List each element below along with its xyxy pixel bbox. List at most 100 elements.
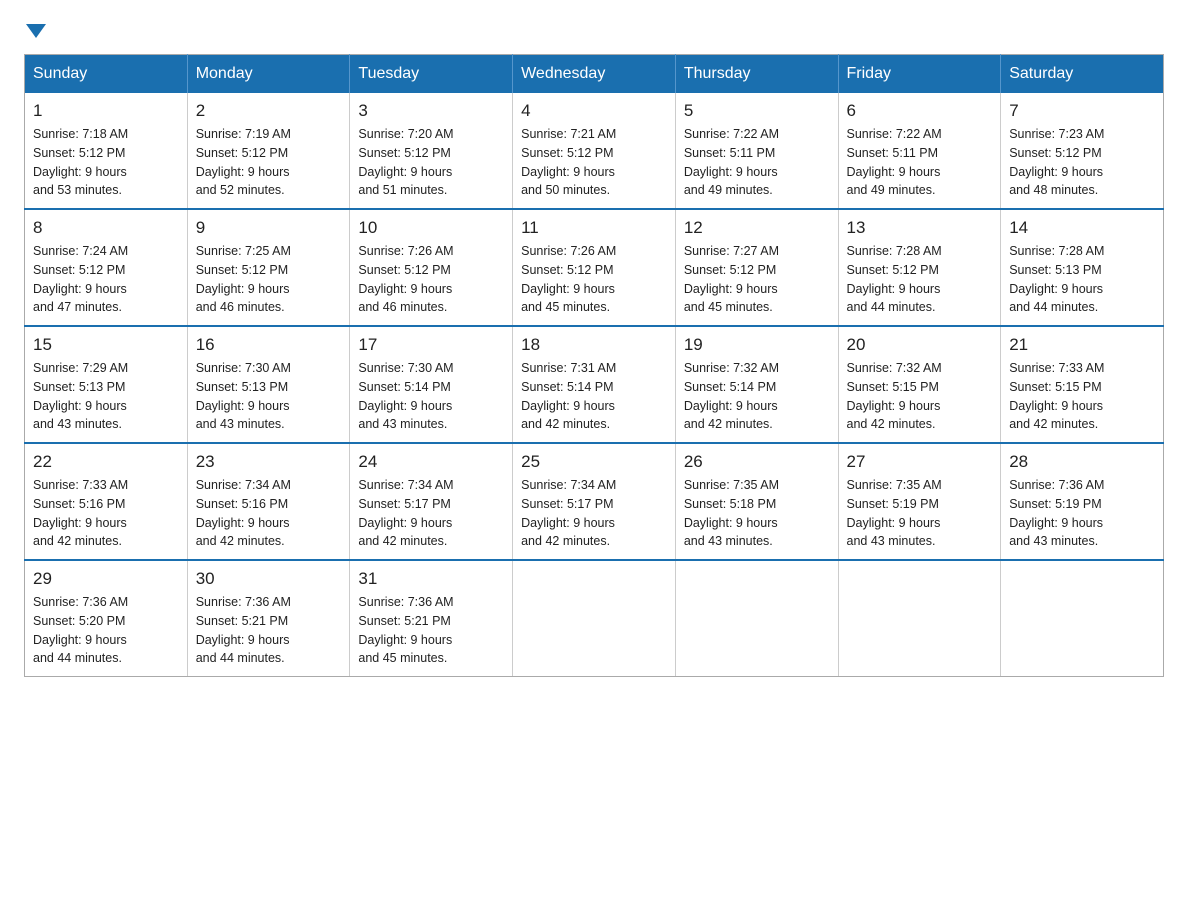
calendar-cell bbox=[1001, 560, 1164, 677]
calendar-cell: 4Sunrise: 7:21 AMSunset: 5:12 PMDaylight… bbox=[513, 93, 676, 209]
logo bbox=[24, 24, 46, 38]
calendar-table: SundayMondayTuesdayWednesdayThursdayFrid… bbox=[24, 54, 1164, 677]
day-info: Sunrise: 7:27 AMSunset: 5:12 PMDaylight:… bbox=[684, 242, 830, 317]
page-header bbox=[24, 24, 1164, 38]
calendar-cell: 22Sunrise: 7:33 AMSunset: 5:16 PMDayligh… bbox=[25, 443, 188, 560]
day-number: 10 bbox=[358, 218, 504, 238]
weekday-header-wednesday: Wednesday bbox=[513, 55, 676, 94]
day-number: 29 bbox=[33, 569, 179, 589]
day-number: 26 bbox=[684, 452, 830, 472]
day-number: 20 bbox=[847, 335, 993, 355]
day-number: 28 bbox=[1009, 452, 1155, 472]
day-info: Sunrise: 7:33 AMSunset: 5:15 PMDaylight:… bbox=[1009, 359, 1155, 434]
day-info: Sunrise: 7:19 AMSunset: 5:12 PMDaylight:… bbox=[196, 125, 342, 200]
logo-triangle-icon bbox=[26, 24, 46, 38]
day-number: 12 bbox=[684, 218, 830, 238]
weekday-header-friday: Friday bbox=[838, 55, 1001, 94]
calendar-cell: 5 Sunrise: 7:22 AMSunset: 5:11 PMDaylight… bbox=[675, 93, 838, 209]
calendar-cell bbox=[838, 560, 1001, 677]
calendar-week-row: 8Sunrise: 7:24 AMSunset: 5:12 PMDaylight… bbox=[25, 209, 1164, 326]
day-number: 23 bbox=[196, 452, 342, 472]
day-info: Sunrise: 7:26 AMSunset: 5:12 PMDaylight:… bbox=[358, 242, 504, 317]
day-number: 31 bbox=[358, 569, 504, 589]
day-info: Sunrise: 7:33 AMSunset: 5:16 PMDaylight:… bbox=[33, 476, 179, 551]
calendar-cell: 15 Sunrise: 7:29 AMSunset: 5:13 PMDayligh… bbox=[25, 326, 188, 443]
day-info: Sunrise: 7:26 AMSunset: 5:12 PMDaylight:… bbox=[521, 242, 667, 317]
day-number: 2 bbox=[196, 101, 342, 121]
day-number: 14 bbox=[1009, 218, 1155, 238]
day-number: 15 bbox=[33, 335, 179, 355]
day-info: Sunrise: 7:30 AMSunset: 5:13 PMDaylight:… bbox=[196, 359, 342, 434]
weekday-header-monday: Monday bbox=[187, 55, 350, 94]
day-info: Sunrise: 7:36 AMSunset: 5:20 PMDaylight:… bbox=[33, 593, 179, 668]
day-number: 21 bbox=[1009, 335, 1155, 355]
weekday-header-sunday: Sunday bbox=[25, 55, 188, 94]
day-number: 4 bbox=[521, 101, 667, 121]
day-info: Sunrise: 7:36 AMSunset: 5:19 PMDaylight:… bbox=[1009, 476, 1155, 551]
calendar-cell: 30 Sunrise: 7:36 AMSunset: 5:21 PMDayligh… bbox=[187, 560, 350, 677]
day-info: Sunrise: 7:32 AMSunset: 5:15 PMDaylight:… bbox=[847, 359, 993, 434]
day-info: Sunrise: 7:34 AMSunset: 5:17 PMDaylight:… bbox=[358, 476, 504, 551]
day-info: Sunrise: 7:34 AMSunset: 5:17 PMDaylight:… bbox=[521, 476, 667, 551]
calendar-cell bbox=[513, 560, 676, 677]
day-info: Sunrise: 7:28 AMSunset: 5:12 PMDaylight:… bbox=[847, 242, 993, 317]
calendar-cell: 20 Sunrise: 7:32 AMSunset: 5:15 PMDayligh… bbox=[838, 326, 1001, 443]
day-number: 13 bbox=[847, 218, 993, 238]
day-number: 11 bbox=[521, 218, 667, 238]
calendar-cell: 10 Sunrise: 7:26 AMSunset: 5:12 PMDayligh… bbox=[350, 209, 513, 326]
calendar-cell: 1 Sunrise: 7:18 AMSunset: 5:12 PMDaylight… bbox=[25, 93, 188, 209]
calendar-cell: 24 Sunrise: 7:34 AMSunset: 5:17 PMDayligh… bbox=[350, 443, 513, 560]
day-number: 24 bbox=[358, 452, 504, 472]
day-info: Sunrise: 7:35 AMSunset: 5:19 PMDaylight:… bbox=[847, 476, 993, 551]
day-number: 17 bbox=[358, 335, 504, 355]
day-info: Sunrise: 7:34 AMSunset: 5:16 PMDaylight:… bbox=[196, 476, 342, 551]
day-number: 3 bbox=[358, 101, 504, 121]
day-number: 16 bbox=[196, 335, 342, 355]
calendar-cell bbox=[675, 560, 838, 677]
calendar-cell: 28 Sunrise: 7:36 AMSunset: 5:19 PMDayligh… bbox=[1001, 443, 1164, 560]
calendar-cell: 23 Sunrise: 7:34 AMSunset: 5:16 PMDayligh… bbox=[187, 443, 350, 560]
day-number: 6 bbox=[847, 101, 993, 121]
calendar-cell: 19 Sunrise: 7:32 AMSunset: 5:14 PMDayligh… bbox=[675, 326, 838, 443]
day-info: Sunrise: 7:18 AMSunset: 5:12 PMDaylight:… bbox=[33, 125, 179, 200]
calendar-cell: 26 Sunrise: 7:35 AMSunset: 5:18 PMDayligh… bbox=[675, 443, 838, 560]
day-info: Sunrise: 7:22 AMSunset: 5:11 PMDaylight:… bbox=[847, 125, 993, 200]
weekday-header-tuesday: Tuesday bbox=[350, 55, 513, 94]
day-number: 30 bbox=[196, 569, 342, 589]
day-info: Sunrise: 7:36 AMSunset: 5:21 PMDaylight:… bbox=[358, 593, 504, 668]
calendar-week-row: 1 Sunrise: 7:18 AMSunset: 5:12 PMDaylight… bbox=[25, 93, 1164, 209]
day-info: Sunrise: 7:23 AMSunset: 5:12 PMDaylight:… bbox=[1009, 125, 1155, 200]
calendar-cell: 31 Sunrise: 7:36 AMSunset: 5:21 PMDayligh… bbox=[350, 560, 513, 677]
day-number: 5 bbox=[684, 101, 830, 121]
calendar-cell: 17Sunrise: 7:30 AMSunset: 5:14 PMDayligh… bbox=[350, 326, 513, 443]
day-info: Sunrise: 7:24 AMSunset: 5:12 PMDaylight:… bbox=[33, 242, 179, 317]
calendar-cell: 8Sunrise: 7:24 AMSunset: 5:12 PMDaylight… bbox=[25, 209, 188, 326]
calendar-cell: 16 Sunrise: 7:30 AMSunset: 5:13 PMDayligh… bbox=[187, 326, 350, 443]
day-info: Sunrise: 7:35 AMSunset: 5:18 PMDaylight:… bbox=[684, 476, 830, 551]
weekday-header-saturday: Saturday bbox=[1001, 55, 1164, 94]
day-number: 9 bbox=[196, 218, 342, 238]
day-info: Sunrise: 7:22 AMSunset: 5:11 PMDaylight:… bbox=[684, 125, 830, 200]
day-info: Sunrise: 7:32 AMSunset: 5:14 PMDaylight:… bbox=[684, 359, 830, 434]
day-info: Sunrise: 7:31 AMSunset: 5:14 PMDaylight:… bbox=[521, 359, 667, 434]
day-info: Sunrise: 7:36 AMSunset: 5:21 PMDaylight:… bbox=[196, 593, 342, 668]
day-number: 19 bbox=[684, 335, 830, 355]
calendar-cell: 29 Sunrise: 7:36 AMSunset: 5:20 PMDayligh… bbox=[25, 560, 188, 677]
day-number: 25 bbox=[521, 452, 667, 472]
calendar-week-row: 29 Sunrise: 7:36 AMSunset: 5:20 PMDayligh… bbox=[25, 560, 1164, 677]
calendar-cell: 6 Sunrise: 7:22 AMSunset: 5:11 PMDaylight… bbox=[838, 93, 1001, 209]
day-info: Sunrise: 7:20 AMSunset: 5:12 PMDaylight:… bbox=[358, 125, 504, 200]
calendar-cell: 13 Sunrise: 7:28 AMSunset: 5:12 PMDayligh… bbox=[838, 209, 1001, 326]
calendar-cell: 27 Sunrise: 7:35 AMSunset: 5:19 PMDayligh… bbox=[838, 443, 1001, 560]
calendar-week-row: 15 Sunrise: 7:29 AMSunset: 5:13 PMDayligh… bbox=[25, 326, 1164, 443]
calendar-cell: 3 Sunrise: 7:20 AMSunset: 5:12 PMDaylight… bbox=[350, 93, 513, 209]
day-number: 1 bbox=[33, 101, 179, 121]
day-info: Sunrise: 7:29 AMSunset: 5:13 PMDaylight:… bbox=[33, 359, 179, 434]
day-number: 27 bbox=[847, 452, 993, 472]
calendar-cell: 9Sunrise: 7:25 AMSunset: 5:12 PMDaylight… bbox=[187, 209, 350, 326]
calendar-cell: 7 Sunrise: 7:23 AMSunset: 5:12 PMDaylight… bbox=[1001, 93, 1164, 209]
day-number: 18 bbox=[521, 335, 667, 355]
weekday-header-thursday: Thursday bbox=[675, 55, 838, 94]
weekday-header-row: SundayMondayTuesdayWednesdayThursdayFrid… bbox=[25, 55, 1164, 94]
day-number: 7 bbox=[1009, 101, 1155, 121]
